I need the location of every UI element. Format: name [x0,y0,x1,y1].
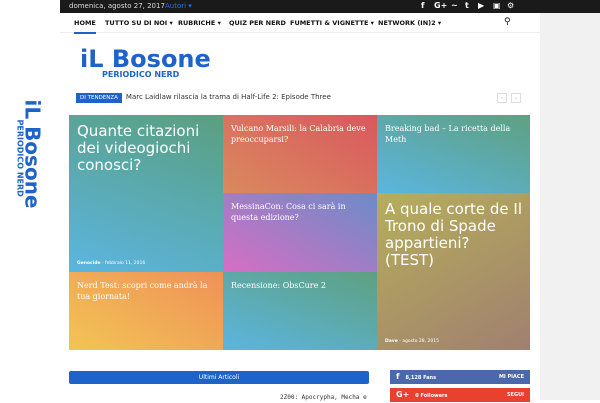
google-plus-icon: G+ [396,390,410,399]
tile[interactable]: Recensione: ObsCure 2 [223,272,377,350]
tile-title: Quante citazioni dei videogiochi conosci… [77,122,200,174]
tile-meta: Dave - agosto 28, 2015 [385,339,439,344]
tile[interactable]: MessinaCon: Cosa ci sarà in questa edizi… [223,193,377,272]
side-logo-subtitle: PERIODICO NERD [15,119,25,197]
tile-author[interactable]: Dave [385,339,398,344]
nav-tutto-su-di-noi[interactable]: TUTTO SU DI NOI ▾ [105,19,173,27]
twitter-icon[interactable]: t [465,1,469,10]
facebook-icon[interactable]: f [421,1,424,10]
side-banner: iL Bosone PERIODICO NERD [0,0,60,400]
nav-quiz[interactable]: QUIZ PER NERD [229,19,286,27]
facebook-icon: f [396,372,400,381]
tile-title: A quale corte de Il Trono di Spade appar… [385,200,522,269]
nav-fumetti[interactable]: FUMETTI & VIGNETTE ▾ [290,19,374,27]
tile[interactable]: Vulcano Marsili: la Calabria deve preocc… [223,115,377,193]
tile-title: MessinaCon: Cosa ci sarà in questa edizi… [231,202,346,222]
ticker-next-button[interactable]: › [511,93,521,103]
side-logo[interactable]: iL Bosone PERIODICO NERD [16,100,45,240]
date: domenica, agosto 27, 2017 [69,2,165,10]
tile-meta: Genocide - febbraio 11, 2016 [77,261,146,266]
right-background [540,13,600,400]
ticker-prev-button[interactable]: ‹ [497,93,507,103]
youtube-icon[interactable]: ▶ [478,1,484,10]
twitch-icon[interactable]: ▣ [493,1,501,10]
followers-label: Followers [420,393,448,399]
tile-title: Nerd Test: scopri come andrà la tua gior… [77,281,208,301]
authors-menu[interactable]: Autori ▾ [165,2,192,10]
nav-network[interactable]: NETWORK (IN)2 ▾ [378,19,441,27]
tile-title: Breaking bad – La ricetta della Meth [385,124,511,144]
fans-label: Fans [423,375,437,381]
site-logo[interactable]: iL Bosone PERIODICO NERD [80,45,211,79]
nav-home[interactable]: HOME [74,19,96,34]
trending-tag: DI TENDENZA [76,93,122,103]
vimeo-icon[interactable]: ~ [451,1,458,10]
search-icon[interactable]: ⚲ [504,17,511,27]
tile[interactable]: Nerd Test: scopri come andrà la tua gior… [69,272,223,350]
main-nav: HOME TUTTO SU DI NOI ▾ RUBRICHE ▾ QUIZ P… [60,13,540,34]
steam-icon[interactable]: ⚙ [507,1,514,10]
latest-articles-header: Ultimi Articoli [69,371,369,384]
tile-author[interactable]: Genocide [77,261,101,266]
facebook-counter: f 8,128 Fans MI PIACE [390,370,530,384]
logo-title: iL Bosone [80,45,211,73]
logo-subtitle: PERIODICO NERD [102,70,180,79]
trending-link[interactable]: Marc Laidlaw rilascia la trama di Half-L… [126,93,331,101]
like-button[interactable]: MI PIACE [499,370,524,384]
tile[interactable]: Breaking bad – La ricetta della Meth [377,115,530,193]
tile-date: febbraio 11, 2016 [105,261,146,266]
followers-count: 0 [415,393,419,399]
tile-date: agosto 28, 2015 [402,339,439,344]
featured-tile[interactable]: Quante citazioni dei videogiochi conosci… [69,115,223,272]
tile-title: Vulcano Marsili: la Calabria deve preocc… [231,124,366,144]
nav-rubriche[interactable]: RUBRICHE ▾ [178,19,221,27]
top-bar: domenica, agosto 27, 2017 Autori ▾ f G+ … [0,0,600,13]
tile-title: Recensione: ObsCure 2 [231,281,326,290]
google-plus-icon[interactable]: G+ [434,1,447,10]
trending-ticker: DI TENDENZA Marc Laidlaw rilascia la tram… [76,93,331,103]
fans-count: 8,128 [405,375,422,381]
featured-tile[interactable]: A quale corte de Il Trono di Spade appar… [377,193,530,350]
